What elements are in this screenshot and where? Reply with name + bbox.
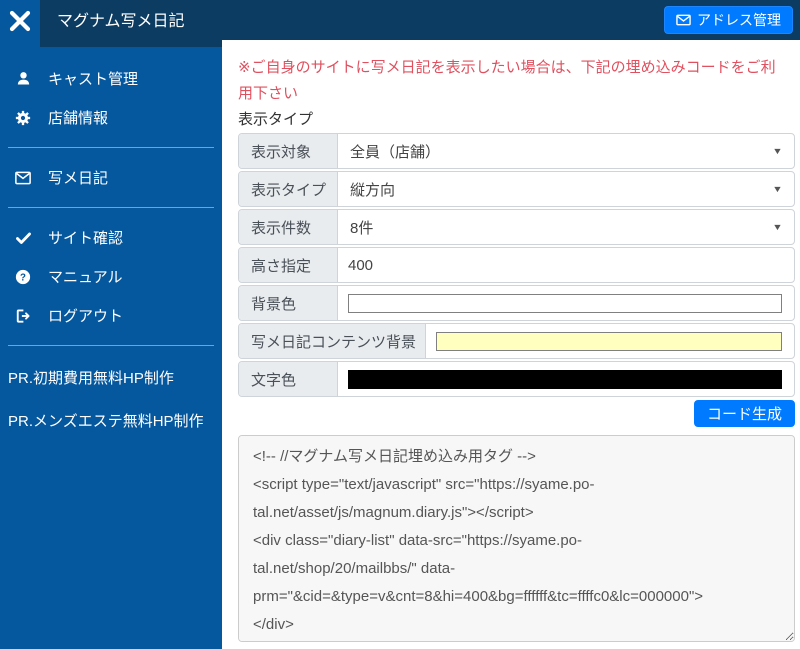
- envelope-icon: [676, 14, 691, 26]
- embed-settings-form: 表示対象 全員（店舗） ▼ 表示タイプ 縦方向 ▼ 表示件数: [238, 133, 795, 427]
- form-row-height: 高さ指定: [238, 247, 795, 283]
- sidebar-item-label: ログアウト: [48, 305, 123, 326]
- check-icon: [14, 229, 32, 247]
- sidebar-item-manual[interactable]: ? マニュアル: [0, 257, 222, 296]
- sidebar-toggle-button[interactable]: [0, 0, 40, 47]
- form-row-display-target: 表示対象 全員（店舗） ▼: [238, 133, 795, 169]
- logout-icon: [14, 307, 32, 325]
- sidebar-nav: キャスト管理 店舗情報: [0, 47, 222, 442]
- top-bar: アドレス管理: [222, 0, 800, 40]
- sidebar-item-logout[interactable]: ログアウト: [0, 296, 222, 335]
- form-row-label: 写メ日記コンテンツ背景: [239, 324, 426, 358]
- sidebar-item-label: 店舗情報: [48, 107, 108, 128]
- gear-icon: [14, 109, 32, 127]
- main-content: ※ご自身のサイトに写メ日記を表示したい場合は、下記の埋め込みコードをご利用下さい…: [222, 40, 800, 649]
- sidebar-item-label: 写メ日記: [48, 167, 108, 188]
- form-row-label: 高さ指定: [239, 248, 338, 282]
- display-count-select[interactable]: 8件: [338, 210, 794, 244]
- sidebar-divider: [8, 345, 214, 346]
- height-input[interactable]: [338, 248, 794, 282]
- app-title: マグナム写メ日記: [57, 0, 185, 44]
- form-row-label: 表示タイプ: [239, 172, 338, 206]
- sidebar-item-site-check[interactable]: サイト確認: [0, 218, 222, 257]
- background-color-input[interactable]: [348, 294, 782, 313]
- sidebar-divider: [8, 207, 214, 208]
- sidebar-item-label: キャスト管理: [48, 68, 138, 89]
- select-value: 8件: [350, 217, 373, 238]
- display-type-select[interactable]: 縦方向: [338, 172, 794, 206]
- display-target-select[interactable]: 全員（店舗）: [338, 134, 794, 168]
- pr-link-mens-esthe-hp[interactable]: PR.メンズエステ無料HP制作: [0, 399, 222, 442]
- sidebar-item-shop-info[interactable]: 店舗情報: [0, 98, 222, 137]
- form-row-label: 表示件数: [239, 210, 338, 244]
- form-row-content-background-color: 写メ日記コンテンツ背景: [238, 323, 795, 359]
- text-color-input[interactable]: [348, 370, 782, 389]
- address-management-label: アドレス管理: [697, 10, 781, 30]
- sidebar: マグナム写メ日記 キャスト管理: [0, 0, 222, 649]
- select-value: 縦方向: [350, 179, 395, 200]
- form-row-label: 文字色: [239, 362, 338, 396]
- question-circle-icon: ?: [14, 268, 32, 286]
- brand-bar: マグナム写メ日記: [40, 0, 222, 47]
- sidebar-item-cast-management[interactable]: キャスト管理: [0, 59, 222, 98]
- sidebar-item-label: サイト確認: [48, 227, 123, 248]
- embed-code-textarea[interactable]: <!-- //マグナム写メ日記埋め込み用タグ --> <script type=…: [238, 435, 795, 642]
- embed-notice-text: ※ご自身のサイトに写メ日記を表示したい場合は、下記の埋め込みコードをご利用下さい: [238, 55, 786, 107]
- address-management-button[interactable]: アドレス管理: [664, 6, 793, 34]
- close-icon: [7, 8, 33, 39]
- select-value: 全員（店舗）: [350, 141, 440, 162]
- content-background-color-input[interactable]: [436, 332, 782, 351]
- form-row-label: 表示対象: [239, 134, 338, 168]
- envelope-icon: [14, 169, 32, 187]
- sidebar-item-label: マニュアル: [48, 266, 123, 287]
- user-icon: [14, 70, 32, 88]
- form-row-label: 背景色: [239, 286, 338, 320]
- pr-link-free-hp[interactable]: PR.初期費用無料HP制作: [0, 356, 222, 399]
- generate-code-button[interactable]: コード生成: [694, 400, 795, 427]
- sidebar-item-photo-diary[interactable]: 写メ日記: [0, 158, 222, 197]
- form-row-display-count: 表示件数 8件 ▼: [238, 209, 795, 245]
- sidebar-divider: [8, 147, 214, 148]
- form-row-display-type: 表示タイプ 縦方向 ▼: [238, 171, 795, 207]
- section-label: 表示タイプ: [238, 108, 795, 131]
- svg-text:?: ?: [20, 272, 26, 283]
- form-row-text-color: 文字色: [238, 361, 795, 397]
- app-window: マグナム写メ日記 キャスト管理: [0, 0, 800, 649]
- form-row-background-color: 背景色: [238, 285, 795, 321]
